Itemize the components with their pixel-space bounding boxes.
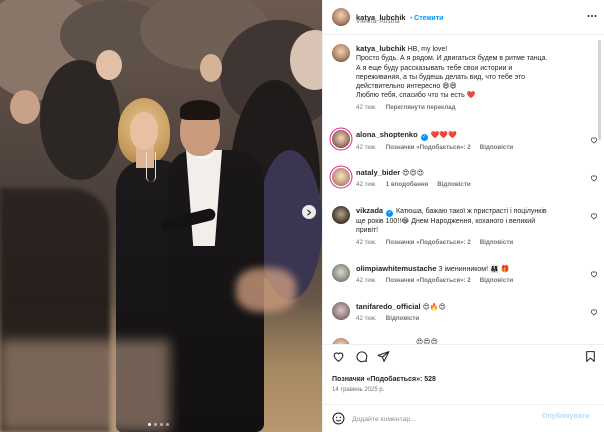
comment-time[interactable]: 42 тиж. <box>356 277 377 284</box>
comment-text-line: Катюша, бажаю такої ж пристрасті і поціл… <box>396 208 547 215</box>
next-photo-button[interactable] <box>302 205 316 219</box>
caption-line: HB, my love! <box>407 46 448 53</box>
comment-text: З іменинником! 👨‍👩‍👧 🎁 <box>438 266 510 273</box>
caption-line: А я еще буду рассказывать тебе свои исто… <box>356 64 513 72</box>
comment-username[interactable]: alona_shoptenko <box>356 130 418 139</box>
crowd-shape <box>10 90 40 124</box>
share-icon[interactable] <box>377 350 390 363</box>
caption-line: Люблю тебя, спасибо что ты есть ❤️ <box>356 92 476 100</box>
post-comment-button[interactable]: Опублікувати <box>542 413 589 420</box>
carousel-dot-active <box>148 423 151 426</box>
comment-username[interactable]: nataly_bider <box>356 168 400 177</box>
comments-scrollbar[interactable] <box>598 40 601 140</box>
comment-time[interactable]: 42 тиж. <box>356 315 377 322</box>
carousel-dot <box>160 423 163 426</box>
caption-text: katya_lubchik HB, my love! Просто будь. … <box>356 44 586 101</box>
bookmark-icon[interactable] <box>584 350 597 363</box>
comment-likes-count[interactable]: Позначки «Подобається»: 2 <box>386 239 471 246</box>
heart-icon[interactable] <box>590 174 598 182</box>
avatar[interactable] <box>332 130 350 148</box>
follow-button[interactable]: Стежити <box>414 15 443 22</box>
comment-text: 😍🔥😍 <box>422 304 446 311</box>
caption-line: переживания, а ты будешь делать вид, что… <box>356 73 526 81</box>
caption-line: Просто будь. А я рядом. И двигаться буде… <box>356 55 548 63</box>
carousel-dot <box>154 423 157 426</box>
avatar[interactable] <box>332 168 350 186</box>
comment-icon[interactable] <box>355 350 368 363</box>
reply-button[interactable]: Відповісти <box>480 239 513 246</box>
verified-badge-icon: ✓ <box>420 134 428 141</box>
comment-time[interactable]: 42 тиж. <box>356 144 377 151</box>
more-options-icon[interactable] <box>587 14 597 18</box>
reply-button[interactable]: Відповісти <box>437 181 470 188</box>
post-header: katya_lubchik • Стежити Vienna, Austria <box>332 4 602 32</box>
action-bar <box>322 346 604 370</box>
caption-line: действительно интересно 😄😄 <box>356 83 457 91</box>
like-heart-icon[interactable] <box>332 350 345 363</box>
comment-likes-count[interactable]: Позначки «Подобається»: 2 <box>386 144 471 151</box>
comment-text: 😍😍😍 <box>402 170 425 177</box>
chevron-right-icon <box>307 208 312 216</box>
heart-icon[interactable] <box>590 270 598 278</box>
comment-username[interactable]: olimpiawhitemustache <box>356 264 436 273</box>
avatar[interactable] <box>332 302 350 320</box>
heart-icon[interactable] <box>590 212 598 220</box>
reply-button[interactable]: Відповісти <box>480 277 513 284</box>
man-hair <box>180 100 220 120</box>
comment-likes-count[interactable]: Позначки «Подобається»: 2 <box>386 277 471 284</box>
comment-username[interactable]: vikzada <box>356 206 383 215</box>
comment-username[interactable]: tanifaredo_official <box>356 302 421 311</box>
post-location[interactable]: Vienna, Austria <box>356 18 400 25</box>
add-comment-bar: Опублікувати <box>322 404 604 432</box>
comment-time[interactable]: 42 тиж. <box>356 239 377 246</box>
crowd-shape <box>96 50 122 80</box>
reply-button[interactable]: Відповісти <box>480 144 513 151</box>
comment-likes-count[interactable]: 1 вподобання <box>386 181 428 188</box>
comment-text-line: привіт! <box>356 227 379 235</box>
heart-icon[interactable] <box>590 308 598 316</box>
blurred-hand <box>236 268 296 312</box>
comment-text: ❤️❤️❤️ <box>430 132 457 139</box>
avatar[interactable] <box>332 8 350 26</box>
avatar[interactable] <box>332 206 350 224</box>
actions-divider <box>322 344 604 345</box>
post-date[interactable]: 14 травень 2025 р. <box>332 387 384 393</box>
caption-time[interactable]: 42 тиж. <box>356 104 377 111</box>
crowd-shape <box>200 54 222 82</box>
heart-icon[interactable] <box>590 136 598 144</box>
avatar[interactable] <box>332 44 350 62</box>
woman-face <box>130 112 158 150</box>
comment-time[interactable]: 42 тиж. <box>356 181 377 188</box>
carousel-dot <box>166 423 169 426</box>
carousel-dots <box>148 423 169 426</box>
post-photo[interactable] <box>0 0 322 432</box>
add-comment-input[interactable] <box>352 412 552 426</box>
see-translation-button[interactable]: Переглянути переклад <box>386 104 456 111</box>
likes-count[interactable]: Позначки «Подобається»: 528 <box>332 376 436 383</box>
comment-text-line: ще років 100!!😂 Днем Народження, коханог… <box>356 218 536 225</box>
caption-username[interactable]: katya_lubchik <box>356 44 406 53</box>
verified-badge-icon: ✓ <box>386 210 394 217</box>
emoji-icon[interactable] <box>332 412 345 425</box>
avatar[interactable] <box>332 264 350 282</box>
blurred-foreground <box>0 340 170 432</box>
header-divider <box>322 34 604 35</box>
reply-button[interactable]: Відповісти <box>386 315 419 322</box>
necklace <box>146 152 156 182</box>
